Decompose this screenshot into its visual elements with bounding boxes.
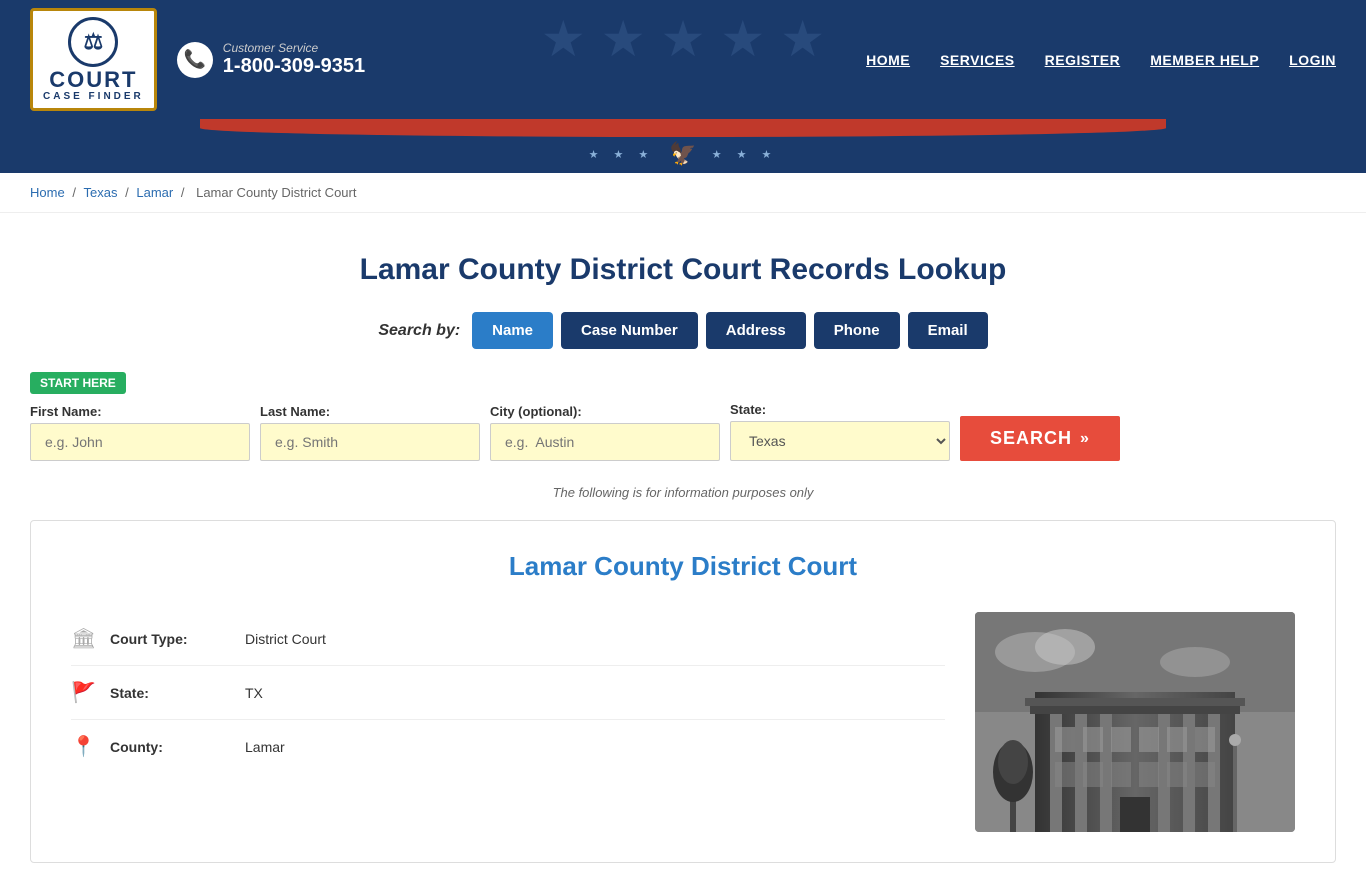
state-detail-value: TX bbox=[245, 685, 263, 701]
last-name-group: Last Name: bbox=[260, 404, 480, 461]
breadcrumb-home[interactable]: Home bbox=[30, 185, 65, 200]
tab-name[interactable]: Name bbox=[472, 312, 553, 349]
first-name-group: First Name: bbox=[30, 404, 250, 461]
phone-number: 1-800-309-9351 bbox=[223, 55, 365, 78]
phone-info: Customer Service 1-800-309-9351 bbox=[223, 41, 365, 78]
county-value: Lamar bbox=[245, 739, 285, 755]
breadcrumb-sep-2: / bbox=[125, 185, 132, 200]
state-row: 🚩 State: TX bbox=[71, 666, 945, 720]
nav-member-help[interactable]: MEMBER HELP bbox=[1150, 52, 1259, 68]
logo-court-label: COURT bbox=[43, 69, 144, 91]
state-icon: 🚩 bbox=[71, 680, 95, 705]
court-type-row: 🏛 Court Type: District Court bbox=[71, 612, 945, 666]
header-decoration: ★ ★ ★ ★ ★ bbox=[541, 10, 825, 68]
last-name-label: Last Name: bbox=[260, 404, 480, 419]
last-name-input[interactable] bbox=[260, 423, 480, 461]
court-type-label: Court Type: bbox=[110, 631, 230, 647]
first-name-input[interactable] bbox=[30, 423, 250, 461]
search-form: START HERE First Name: Last Name: City (… bbox=[30, 367, 1336, 471]
search-by-row: Search by: Name Case Number Address Phon… bbox=[30, 312, 1336, 349]
court-image bbox=[975, 612, 1295, 832]
site-logo[interactable]: ⚖ COURT CASE FINDER bbox=[30, 8, 157, 111]
logo-text: COURT CASE FINDER bbox=[43, 69, 144, 102]
county-row: 📍 County: Lamar bbox=[71, 720, 945, 773]
breadcrumb-sep-3: / bbox=[181, 185, 188, 200]
main-nav: HOME SERVICES REGISTER MEMBER HELP LOGIN bbox=[866, 52, 1336, 68]
state-label: State: bbox=[730, 402, 950, 417]
first-name-label: First Name: bbox=[30, 404, 250, 419]
city-group: City (optional): bbox=[490, 404, 720, 461]
header-left: ⚖ COURT CASE FINDER 📞 Customer Service 1… bbox=[30, 8, 365, 111]
nav-login[interactable]: LOGIN bbox=[1289, 52, 1336, 68]
eagle-stars-right: ★ ★ ★ bbox=[712, 148, 778, 161]
county-label: County: bbox=[110, 739, 230, 755]
court-info-box: Lamar County District Court 🏛 Court Type… bbox=[30, 520, 1336, 863]
tab-email[interactable]: Email bbox=[908, 312, 988, 349]
phone-box: 📞 Customer Service 1-800-309-9351 bbox=[177, 41, 365, 78]
city-label: City (optional): bbox=[490, 404, 720, 419]
breadcrumb-lamar[interactable]: Lamar bbox=[136, 185, 173, 200]
search-fields: First Name: Last Name: City (optional): … bbox=[30, 402, 1336, 461]
court-details: 🏛 Court Type: District Court 🚩 State: TX… bbox=[71, 612, 945, 773]
nav-home[interactable]: HOME bbox=[866, 52, 910, 68]
start-here-badge: START HERE bbox=[30, 372, 126, 394]
tab-address[interactable]: Address bbox=[706, 312, 806, 349]
breadcrumb-sep-1: / bbox=[72, 185, 79, 200]
phone-label: Customer Service bbox=[223, 41, 365, 55]
state-group: State: Texas Alabama Alaska Arizona Arka… bbox=[730, 402, 950, 461]
state-select[interactable]: Texas Alabama Alaska Arizona Arkansas Ca… bbox=[730, 421, 950, 461]
phone-icon: 📞 bbox=[177, 42, 213, 78]
logo-emblem: ⚖ bbox=[68, 17, 118, 67]
main-content: Lamar County District Court Records Look… bbox=[0, 213, 1366, 883]
tab-case-number[interactable]: Case Number bbox=[561, 312, 698, 349]
state-detail-label: State: bbox=[110, 685, 230, 701]
breadcrumb-texas[interactable]: Texas bbox=[84, 185, 118, 200]
nav-services[interactable]: SERVICES bbox=[940, 52, 1015, 68]
search-button[interactable]: SEARCH » bbox=[960, 416, 1120, 461]
tab-phone[interactable]: Phone bbox=[814, 312, 900, 349]
search-button-arrows: » bbox=[1080, 430, 1090, 448]
court-info-content: 🏛 Court Type: District Court 🚩 State: TX… bbox=[71, 612, 1295, 832]
eagle-stars-left: ★ ★ ★ bbox=[589, 148, 655, 161]
city-input[interactable] bbox=[490, 423, 720, 461]
logo-case-finder-label: CASE FINDER bbox=[43, 91, 144, 102]
page-title: Lamar County District Court Records Look… bbox=[30, 253, 1336, 287]
breadcrumb-current: Lamar County District Court bbox=[196, 185, 356, 200]
eagle-icon: 🦅 bbox=[669, 141, 696, 167]
search-by-label: Search by: bbox=[378, 322, 460, 340]
search-button-label: SEARCH bbox=[990, 428, 1072, 449]
court-type-value: District Court bbox=[245, 631, 326, 647]
court-type-icon: 🏛 bbox=[71, 626, 95, 651]
court-building-svg bbox=[975, 612, 1295, 832]
eagle-banner: ★ ★ ★ 🦅 ★ ★ ★ bbox=[0, 137, 1366, 173]
county-icon: 📍 bbox=[71, 734, 95, 759]
breadcrumb: Home / Texas / Lamar / Lamar County Dist… bbox=[0, 173, 1366, 213]
site-header: ★ ★ ★ ★ ★ ⚖ COURT CASE FINDER 📞 Customer… bbox=[0, 0, 1366, 119]
court-info-title: Lamar County District Court bbox=[71, 551, 1295, 582]
info-note: The following is for information purpose… bbox=[30, 485, 1336, 500]
nav-register[interactable]: REGISTER bbox=[1045, 52, 1121, 68]
